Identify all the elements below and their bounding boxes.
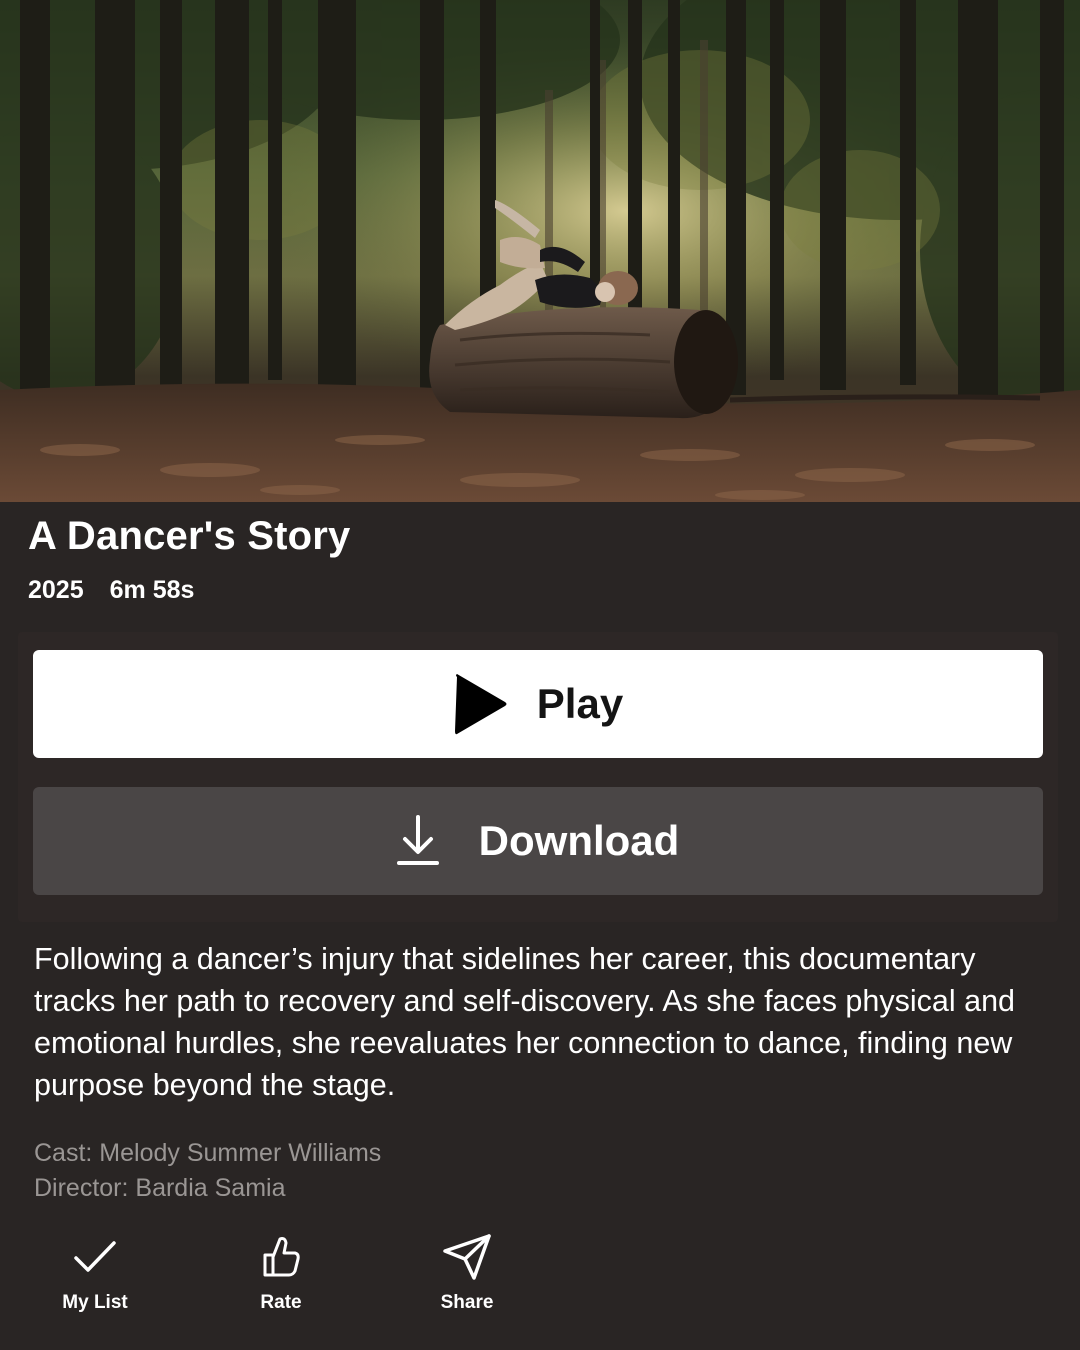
play-label: Play — [536, 680, 624, 727]
play-button[interactable]: Play — [33, 650, 1043, 758]
credits: Cast: Melody Summer Williams Director: B… — [34, 1136, 381, 1206]
check-icon — [73, 1232, 117, 1282]
rate-button[interactable]: Rate — [216, 1232, 346, 1314]
cast-line: Cast: Melody Summer Williams — [34, 1139, 382, 1167]
page-title: A Dancer's Story — [28, 514, 351, 558]
my-list-label: My List — [62, 1292, 128, 1313]
download-label: Download — [478, 817, 680, 864]
send-icon — [442, 1232, 492, 1282]
my-list-button[interactable]: My List — [30, 1232, 160, 1314]
action-row: My List Rate Share — [0, 1232, 560, 1322]
share-label: Share — [440, 1292, 494, 1313]
thumbs-up-icon — [261, 1232, 301, 1282]
title-meta: 2025 6m 58s — [28, 576, 194, 605]
title-detail-page: A Dancer's Story 2025 6m 58s Play Downlo… — [0, 0, 1080, 1350]
download-button[interactable]: Download — [33, 787, 1043, 895]
synopsis: Following a dancer’s injury that sidelin… — [34, 942, 1015, 1102]
runtime: 6m 58s — [109, 576, 195, 604]
release-year: 2025 — [28, 576, 84, 604]
rate-label: Rate — [260, 1292, 302, 1313]
download-icon — [396, 815, 439, 867]
hero-image — [0, 0, 1080, 502]
play-icon — [453, 673, 509, 735]
share-button[interactable]: Share — [402, 1232, 532, 1314]
director-line: Director: Bardia Samia — [34, 1174, 286, 1202]
